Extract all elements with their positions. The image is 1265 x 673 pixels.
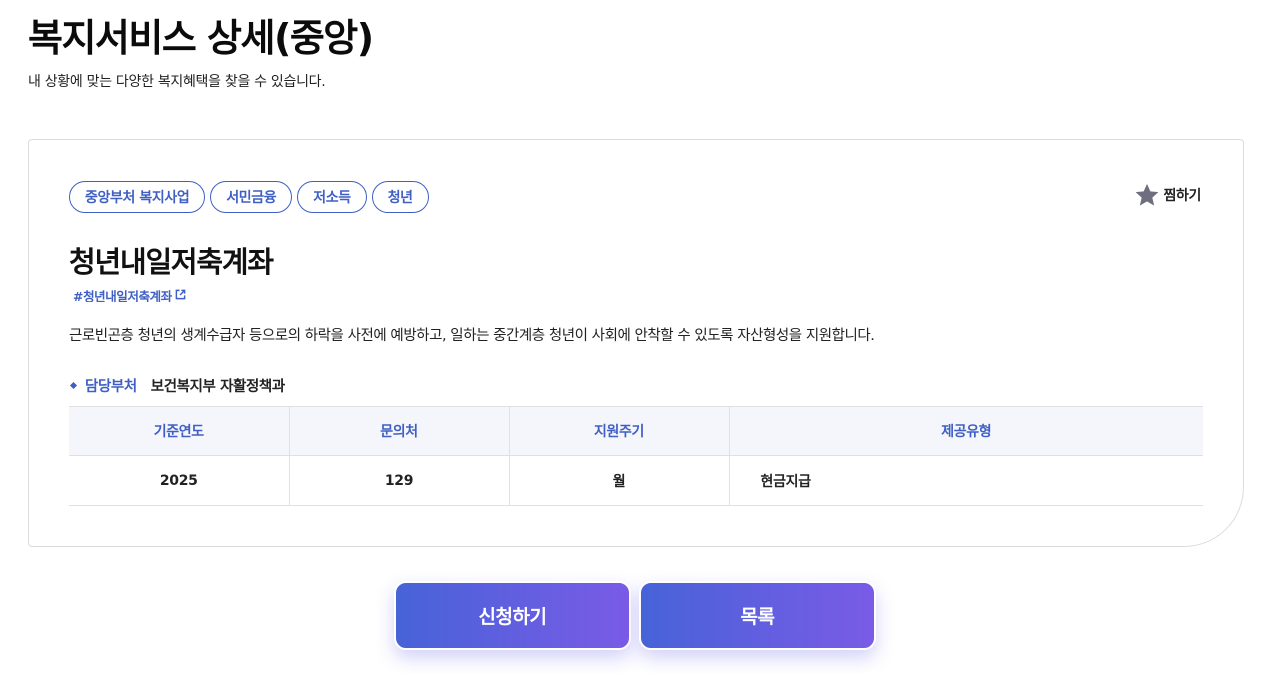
table-header-row: 기준연도 문의처 지원주기 제공유형	[69, 406, 1203, 456]
hashtag-link[interactable]: #청년내일저축계좌	[73, 286, 186, 302]
department-value: 보건복지부 자활정책과	[150, 379, 285, 395]
diamond-bullet-icon	[69, 381, 78, 390]
bookmark-label: 찜하기	[1163, 188, 1202, 204]
table-row: 2025 129 월 현금지급	[69, 455, 1203, 506]
tag-youth[interactable]: 청년	[371, 181, 429, 213]
hashtag-text: #청년내일저축계좌	[73, 289, 172, 302]
cell-support-cycle: 월	[509, 455, 730, 506]
service-title: 청년내일저축계좌	[69, 245, 274, 279]
tag-low-income[interactable]: 저소득	[297, 181, 367, 213]
service-description: 근로빈곤층 청년의 생계수급자 등으로의 하락을 사전에 예방하고, 일하는 중…	[69, 328, 875, 344]
service-info-table: 기준연도 문의처 지원주기 제공유형 2025 129 월 현금지급	[69, 406, 1203, 506]
list-button[interactable]: 목록	[639, 581, 876, 650]
cell-provision-type: 현금지급	[729, 455, 1203, 506]
cell-base-year: 2025	[69, 455, 290, 506]
category-tags: 중앙부처 복지사업 서민금융 저소득 청년	[69, 181, 429, 213]
tag-central-ministry[interactable]: 중앙부처 복지사업	[69, 181, 206, 213]
department-label: 담당부처	[85, 379, 137, 395]
bookmark-button[interactable]: 찜하기	[1134, 182, 1201, 208]
header-support-cycle: 지원주기	[509, 406, 730, 456]
page-subtitle: 내 상황에 맞는 다양한 복지혜택을 찾을 수 있습니다.	[28, 74, 326, 90]
cell-contact: 129	[289, 455, 510, 506]
apply-button[interactable]: 신청하기	[394, 581, 631, 650]
header-provision-type: 제공유형	[729, 406, 1203, 456]
department-row: 담당부처 보건복지부 자활정책과	[69, 375, 285, 396]
star-icon	[1135, 183, 1158, 206]
tag-microfinance[interactable]: 서민금융	[210, 181, 293, 213]
service-detail-card: 중앙부처 복지사업 서민금융 저소득 청년 찜하기 청년내일저축계좌 #청년내일…	[28, 139, 1244, 547]
page-title: 복지서비스 상세(중앙)	[28, 16, 374, 60]
external-link-icon	[175, 289, 186, 300]
header-base-year: 기준연도	[69, 406, 290, 456]
header-contact: 문의처	[289, 406, 510, 456]
